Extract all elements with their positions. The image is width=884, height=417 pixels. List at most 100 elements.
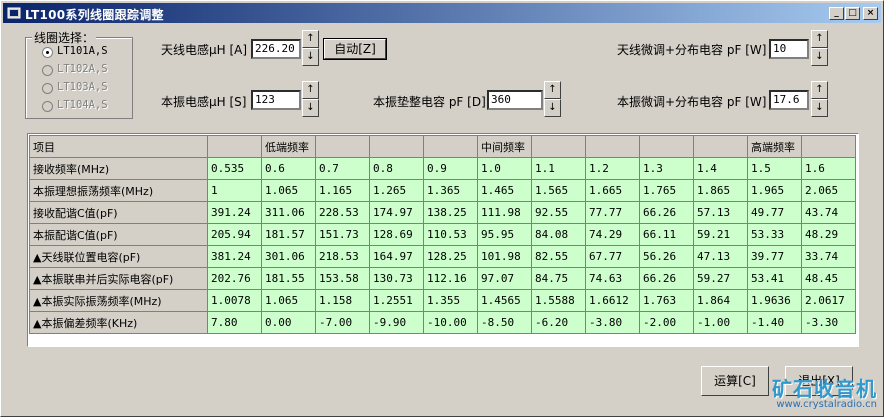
grid-cell[interactable]: 59.21 (693, 223, 748, 246)
grid-cell[interactable]: 0.7 (315, 157, 370, 180)
grid-cell[interactable]: 74.29 (585, 223, 640, 246)
grid-cell[interactable]: 84.75 (531, 267, 586, 290)
spin-up-button[interactable]: ↑ (302, 30, 319, 48)
osc-trim-input[interactable]: 17.6 (769, 90, 809, 110)
grid-cell[interactable]: 301.06 (261, 245, 316, 268)
grid-cell[interactable]: 1.165 (315, 179, 370, 202)
grid-cell[interactable]: -9.90 (369, 311, 424, 334)
grid-cell[interactable]: 1 (207, 179, 262, 202)
grid-cell[interactable]: 66.11 (639, 223, 694, 246)
grid-cell[interactable]: 164.97 (369, 245, 424, 268)
grid-cell[interactable]: 59.27 (693, 267, 748, 290)
grid-cell[interactable]: 174.97 (369, 201, 424, 224)
grid-cell[interactable]: 1.4 (693, 157, 748, 180)
grid-cell[interactable]: 181.57 (261, 223, 316, 246)
tracking-grid[interactable]: 项目 低端频率 中间频率 高端频率 接收频率(MHz) 0.535 0.6 0.7 0.8 0.… (29, 135, 856, 334)
minimize-button[interactable]: _ (829, 7, 844, 20)
grid-cell[interactable]: 39.77 (747, 245, 802, 268)
grid-cell[interactable]: 43.74 (801, 201, 856, 224)
grid-cell[interactable]: 66.26 (639, 201, 694, 224)
grid-cell[interactable]: 1.0 (477, 157, 532, 180)
grid-cell[interactable]: 1.6612 (585, 289, 640, 312)
grid-cell[interactable]: -1.00 (693, 311, 748, 334)
grid-cell[interactable]: 153.58 (315, 267, 370, 290)
grid-cell[interactable]: 1.9636 (747, 289, 802, 312)
grid-cell[interactable]: 205.94 (207, 223, 262, 246)
spin-down-button[interactable]: ↓ (811, 99, 828, 117)
grid-cell[interactable]: 0.9 (423, 157, 478, 180)
grid-cell[interactable]: 1.763 (639, 289, 694, 312)
grid-cell[interactable]: 47.13 (693, 245, 748, 268)
grid-cell[interactable]: 92.55 (531, 201, 586, 224)
spin-up-button[interactable]: ↑ (302, 81, 319, 99)
grid-cell[interactable]: 1.665 (585, 179, 640, 202)
grid-cell[interactable]: 1.2 (585, 157, 640, 180)
grid-cell[interactable]: 1.965 (747, 179, 802, 202)
grid-cell[interactable]: 128.25 (423, 245, 478, 268)
grid-cell[interactable]: 1.4565 (477, 289, 532, 312)
grid-cell[interactable]: 77.77 (585, 201, 640, 224)
spin-up-button[interactable]: ↑ (544, 81, 561, 99)
grid-cell[interactable]: 130.73 (369, 267, 424, 290)
spin-down-button[interactable]: ↓ (544, 99, 561, 117)
auto-button[interactable]: 自动[Z] (323, 38, 387, 60)
grid-cell[interactable]: 33.74 (801, 245, 856, 268)
grid-cell[interactable]: 202.76 (207, 267, 262, 290)
spin-up-button[interactable]: ↑ (811, 81, 828, 99)
grid-cell[interactable]: 2.065 (801, 179, 856, 202)
grid-cell[interactable]: 112.16 (423, 267, 478, 290)
grid-cell[interactable]: 1.3 (639, 157, 694, 180)
grid-cell[interactable]: 1.355 (423, 289, 478, 312)
grid-cell[interactable]: -7.00 (315, 311, 370, 334)
grid-cell[interactable]: 7.80 (207, 311, 262, 334)
padder-cap-input[interactable]: 360 (487, 90, 543, 110)
grid-cell[interactable]: 0.8 (369, 157, 424, 180)
grid-cell[interactable]: 1.864 (693, 289, 748, 312)
grid-cell[interactable]: 181.55 (261, 267, 316, 290)
grid-cell[interactable]: 381.24 (207, 245, 262, 268)
grid-cell[interactable]: 48.29 (801, 223, 856, 246)
grid-cell[interactable]: 1.2551 (369, 289, 424, 312)
grid-cell[interactable]: -1.40 (747, 311, 802, 334)
grid-cell[interactable]: 1.6 (801, 157, 856, 180)
grid-cell[interactable]: 57.13 (693, 201, 748, 224)
grid-cell[interactable]: -3.80 (585, 311, 640, 334)
grid-cell[interactable]: 56.26 (639, 245, 694, 268)
antenna-trim-input[interactable]: 10 (769, 39, 809, 59)
grid-cell[interactable]: 138.25 (423, 201, 478, 224)
grid-cell[interactable]: 1.0078 (207, 289, 262, 312)
title-bar[interactable]: LT100系列线圈跟踪调整 _ □ × (3, 3, 881, 23)
spin-down-button[interactable]: ↓ (811, 48, 828, 66)
grid-cell[interactable]: 1.365 (423, 179, 478, 202)
grid-cell[interactable]: 101.98 (477, 245, 532, 268)
grid-cell[interactable]: 111.98 (477, 201, 532, 224)
grid-cell[interactable]: 53.33 (747, 223, 802, 246)
grid-cell[interactable]: 1.865 (693, 179, 748, 202)
close-button[interactable]: × (863, 7, 878, 20)
grid-cell[interactable]: 1.1 (531, 157, 586, 180)
grid-cell[interactable]: -6.20 (531, 311, 586, 334)
grid-cell[interactable]: 311.06 (261, 201, 316, 224)
grid-cell[interactable]: 1.5 (747, 157, 802, 180)
grid-cell[interactable]: 66.26 (639, 267, 694, 290)
grid-cell[interactable]: 0.00 (261, 311, 316, 334)
grid-cell[interactable]: 1.565 (531, 179, 586, 202)
grid-cell[interactable]: -10.00 (423, 311, 478, 334)
grid-cell[interactable]: -2.00 (639, 311, 694, 334)
grid-cell[interactable]: 391.24 (207, 201, 262, 224)
grid-cell[interactable]: -3.30 (801, 311, 856, 334)
grid-cell[interactable]: 74.63 (585, 267, 640, 290)
grid-cell[interactable]: 1.065 (261, 179, 316, 202)
grid-cell[interactable]: 1.765 (639, 179, 694, 202)
grid-cell[interactable]: 151.73 (315, 223, 370, 246)
grid-cell[interactable]: 48.45 (801, 267, 856, 290)
grid-cell[interactable]: 1.065 (261, 289, 316, 312)
antenna-inductance-input[interactable]: 226.20 (251, 39, 301, 59)
grid-cell[interactable]: 228.53 (315, 201, 370, 224)
grid-cell[interactable]: 67.77 (585, 245, 640, 268)
spin-up-button[interactable]: ↑ (811, 30, 828, 48)
grid-cell[interactable]: 84.08 (531, 223, 586, 246)
grid-cell[interactable]: 49.77 (747, 201, 802, 224)
grid-cell[interactable]: 2.0617 (801, 289, 856, 312)
grid-cell[interactable]: 110.53 (423, 223, 478, 246)
